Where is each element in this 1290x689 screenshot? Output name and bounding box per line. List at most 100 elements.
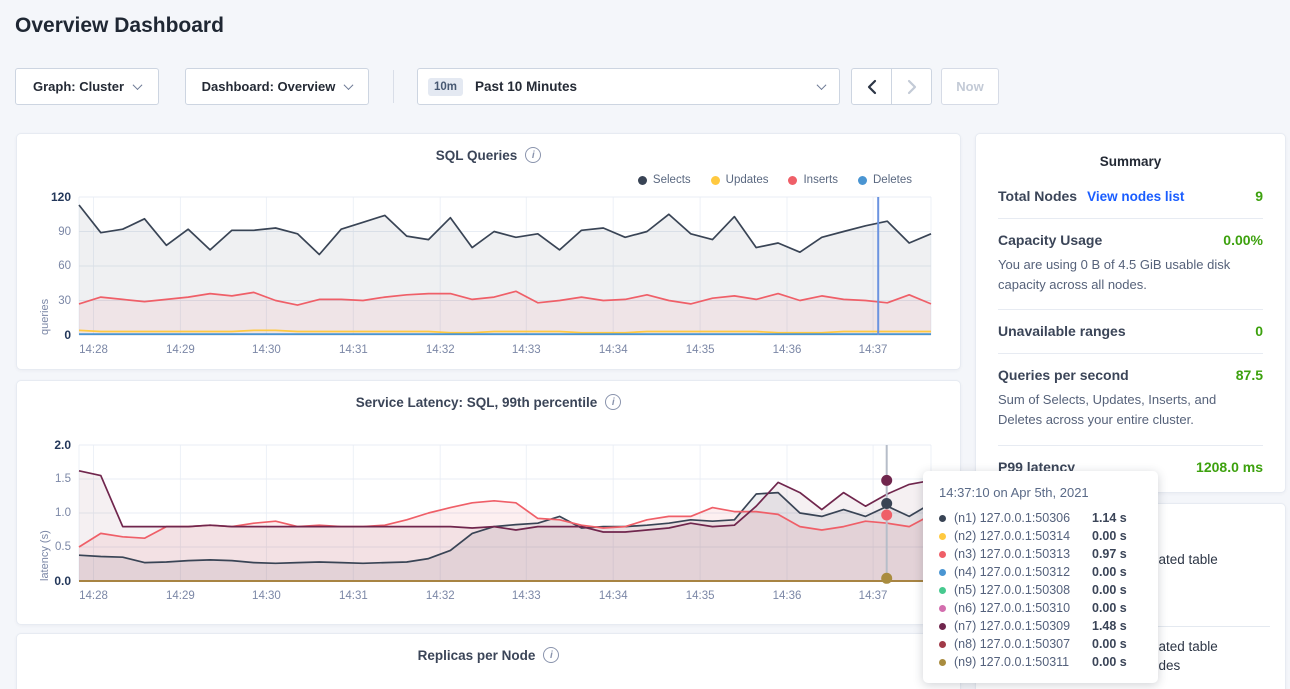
y-axis-tick: 30 [58, 295, 71, 307]
event-item-fragment: eated table [1151, 552, 1218, 567]
chart-title-row: SQL Queries i [17, 147, 960, 163]
sql-queries-chart-title: SQL Queries [436, 148, 518, 163]
x-axis-tick: 14:36 [773, 590, 802, 602]
x-axis-tick: 14:32 [426, 344, 455, 356]
summary-panel: Summary Total Nodes View nodes list 9 Ca… [975, 133, 1286, 493]
chart-legend: Selects Updates Inserts Deletes [638, 174, 912, 186]
y-axis-tick: 60 [58, 260, 71, 272]
unavailable-ranges-value: 0 [1255, 323, 1263, 339]
tooltip-node-row: (n2) 127.0.0.1:503140.00 s [939, 527, 1144, 545]
x-axis-tick: 14:37 [859, 590, 888, 602]
y-axis-tick: 120 [51, 190, 71, 204]
time-next-button[interactable] [891, 69, 931, 104]
summary-unavailable-ranges: Unavailable ranges 0 [998, 309, 1263, 353]
capacity-usage-value: 0.00% [1223, 232, 1263, 248]
x-axis-tick: 14:35 [686, 344, 715, 356]
x-axis-tick: 14:35 [686, 590, 715, 602]
y-axis-tick: 0.0 [54, 574, 71, 588]
view-nodes-list-link[interactable]: View nodes list [1087, 189, 1184, 204]
controls-divider [393, 70, 394, 103]
node-color-dot-icon [939, 605, 946, 612]
sql-queries-chart[interactable] [17, 134, 960, 369]
y-axis-tick: 90 [58, 226, 71, 238]
node-color-dot-icon [939, 623, 946, 630]
service-latency-chart-title: Service Latency: SQL, 99th percentile [356, 395, 598, 410]
y-axis-tick: 1.5 [55, 473, 71, 485]
capacity-usage-description: You are using 0 B of 4.5 GiB usable disk… [998, 255, 1263, 295]
info-icon[interactable]: i [543, 647, 559, 663]
chevron-down-icon [344, 80, 354, 90]
x-axis-tick: 14:30 [252, 344, 281, 356]
node-color-dot-icon [939, 659, 946, 666]
queries-per-second-description: Sum of Selects, Updates, Inserts, and De… [998, 390, 1263, 430]
replicas-per-node-panel: Replicas per Node i [16, 633, 961, 689]
node-color-dot-icon [939, 533, 946, 540]
x-axis-tick: 14:31 [339, 344, 368, 356]
y-axis-label: latency (s) [39, 445, 51, 581]
service-latency-chart[interactable] [17, 381, 960, 624]
legend-item-deletes[interactable]: Deletes [858, 174, 912, 186]
x-axis-tick: 14:28 [79, 344, 108, 356]
dashboard-dropdown[interactable]: Dashboard: Overview [185, 68, 369, 105]
service-latency-panel: Service Latency: SQL, 99th percentile i … [16, 380, 961, 625]
graph-dropdown[interactable]: Graph: Cluster [15, 68, 159, 105]
replicas-per-node-chart-title: Replicas per Node [418, 648, 536, 663]
info-icon[interactable]: i [605, 394, 621, 410]
node-color-dot-icon [939, 641, 946, 648]
tooltip-node-row: (n9) 127.0.0.1:503110.00 s [939, 653, 1144, 671]
x-axis-tick: 14:34 [599, 344, 628, 356]
chevron-down-icon [133, 80, 143, 90]
x-axis-tick: 14:34 [599, 590, 628, 602]
queries-per-second-value: 87.5 [1236, 367, 1263, 383]
y-axis-tick: 0 [64, 328, 71, 342]
tooltip-rows: (n1) 127.0.0.1:503061.14 s(n2) 127.0.0.1… [939, 509, 1144, 671]
x-axis-tick: 14:37 [859, 344, 888, 356]
p99-latency-value: 1208.0 ms [1196, 459, 1263, 475]
x-axis-tick: 14:36 [773, 344, 802, 356]
legend-dot-icon [788, 176, 797, 185]
event-item-fragment: eated table [1151, 639, 1218, 654]
capacity-usage-label: Capacity Usage [998, 232, 1102, 248]
dashboard-dropdown-label: Dashboard: Overview [202, 79, 336, 94]
legend-dot-icon [711, 176, 720, 185]
time-range-label: Past 10 Minutes [475, 79, 806, 94]
chevron-right-icon [906, 79, 918, 95]
tooltip-node-row: (n8) 127.0.0.1:503070.00 s [939, 635, 1144, 653]
time-range-badge: 10m [428, 78, 463, 96]
tooltip-node-row: (n3) 127.0.0.1:503130.97 s [939, 545, 1144, 563]
graph-dropdown-label: Graph: Cluster [33, 79, 124, 94]
tooltip-timestamp: 14:37:10 on Apr 5th, 2021 [939, 485, 1144, 500]
x-axis-tick: 14:28 [79, 590, 108, 602]
now-button[interactable]: Now [941, 68, 999, 105]
node-color-dot-icon [939, 587, 946, 594]
summary-title: Summary [976, 134, 1285, 175]
y-axis-tick: 1.0 [55, 507, 71, 519]
sql-queries-panel: SQL Queries i Selects Updates Inserts Delet… [16, 133, 961, 370]
chart-title-row: Replicas per Node i [17, 647, 960, 663]
legend-item-updates[interactable]: Updates [711, 174, 769, 186]
tooltip-node-row: (n4) 127.0.0.1:503120.00 s [939, 563, 1144, 581]
chevron-down-icon [817, 80, 827, 90]
y-axis-tick: 2.0 [54, 438, 71, 452]
time-range-picker[interactable]: 10m Past 10 Minutes [417, 68, 840, 105]
summary-total-nodes: Total Nodes View nodes list 9 [998, 175, 1263, 218]
tooltip-node-row: (n1) 127.0.0.1:503061.14 s [939, 509, 1144, 527]
legend-item-inserts[interactable]: Inserts [788, 174, 838, 186]
x-axis-tick: 14:33 [512, 344, 541, 356]
x-axis-tick: 14:33 [512, 590, 541, 602]
chevron-left-icon [866, 79, 878, 95]
legend-item-selects[interactable]: Selects [638, 174, 691, 186]
time-prev-button[interactable] [852, 69, 891, 104]
x-axis-tick: 14:29 [166, 590, 195, 602]
node-color-dot-icon [939, 515, 946, 522]
summary-queries-per-second: Queries per second 87.5 Sum of Selects, … [998, 353, 1263, 444]
x-axis-tick: 14:30 [252, 590, 281, 602]
tooltip-node-row: (n6) 127.0.0.1:503100.00 s [939, 599, 1144, 617]
info-icon[interactable]: i [525, 147, 541, 163]
chart-title-row: Service Latency: SQL, 99th percentile i [17, 394, 960, 410]
total-nodes-label: Total Nodes [998, 188, 1077, 204]
node-color-dot-icon [939, 551, 946, 558]
x-axis-tick: 14:29 [166, 344, 195, 356]
total-nodes-value: 9 [1255, 188, 1263, 204]
summary-capacity-usage: Capacity Usage 0.00% You are using 0 B o… [998, 218, 1263, 309]
